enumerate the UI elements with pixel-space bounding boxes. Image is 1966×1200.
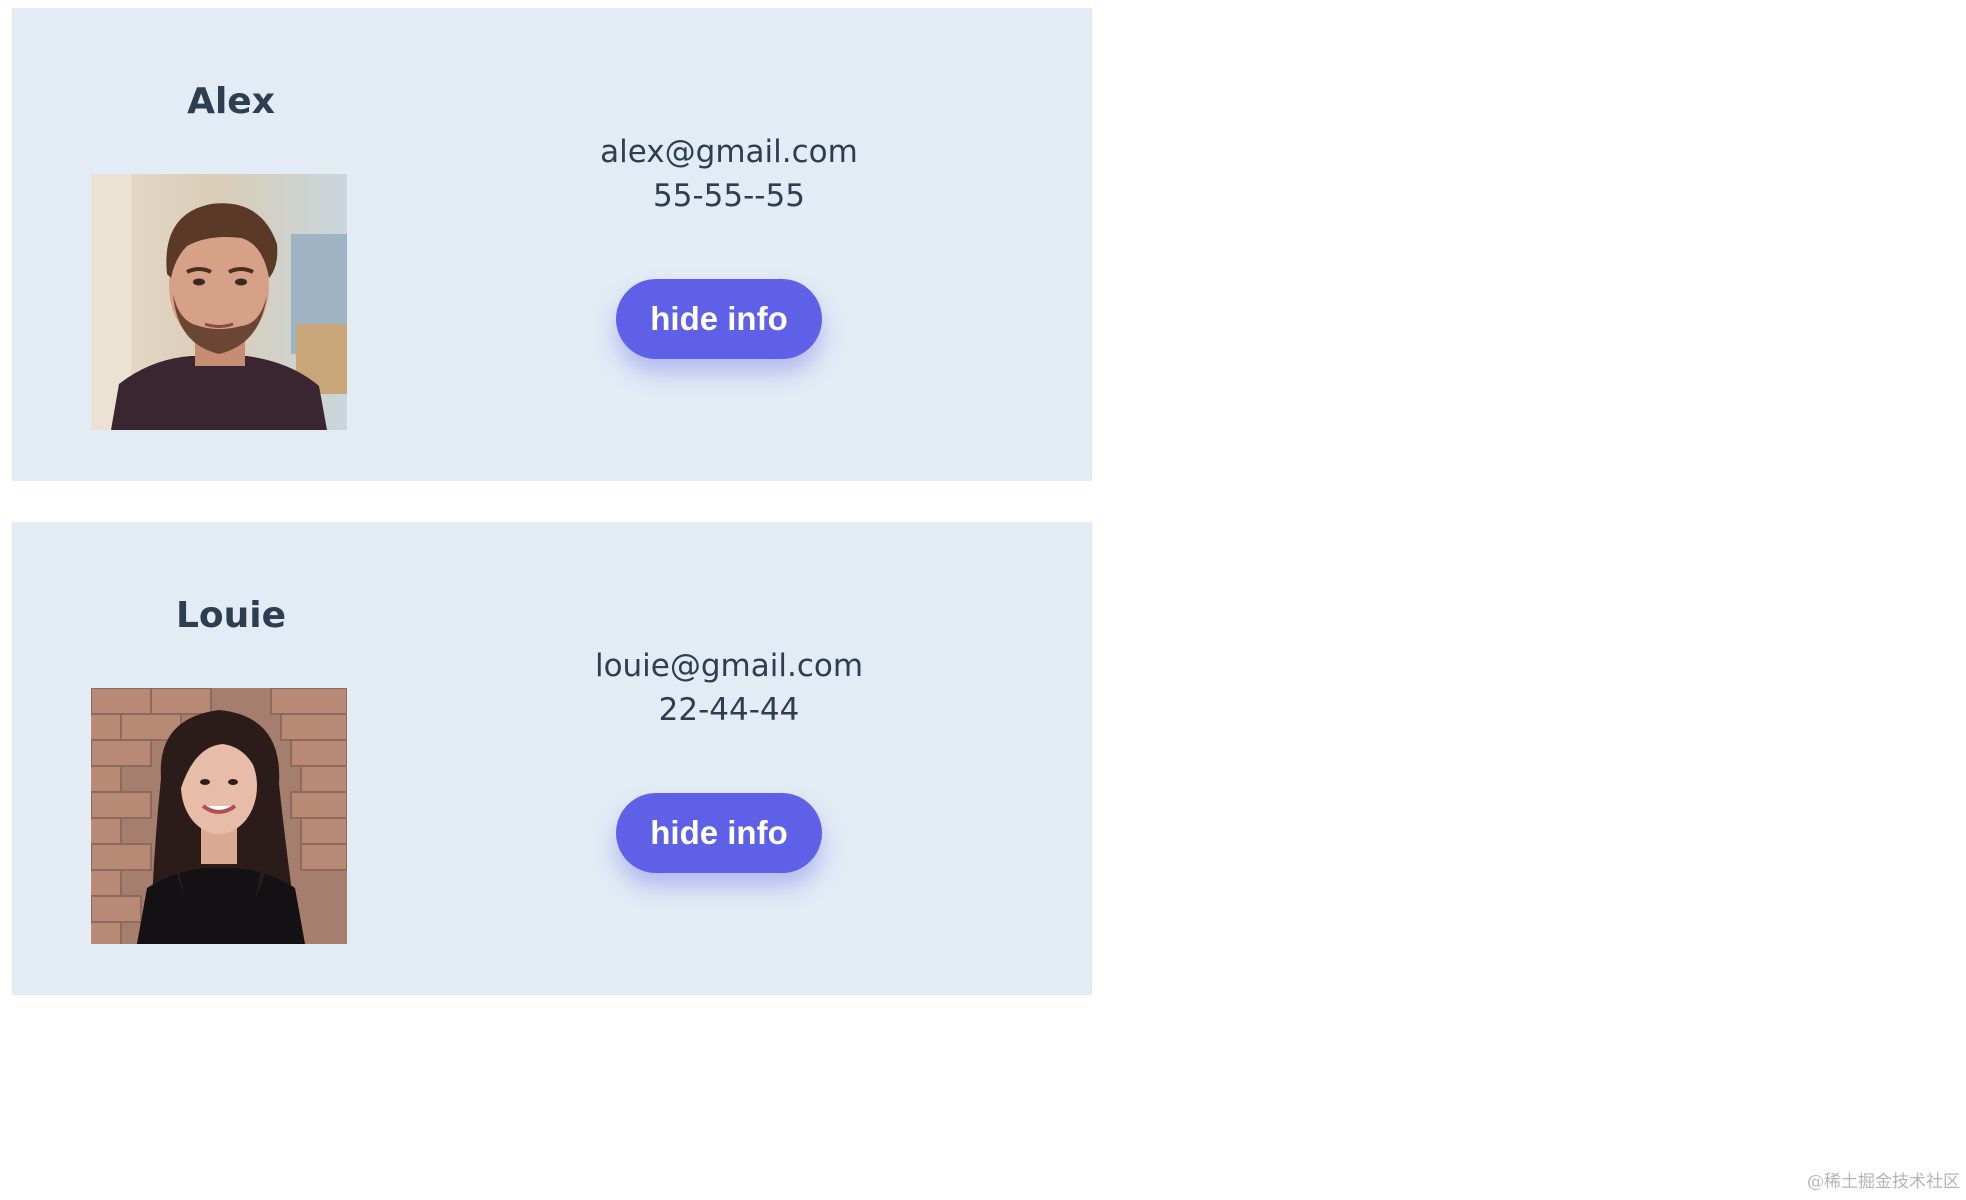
contact-card: Louie louie@gmail.com 22-44-44 hide info (12, 522, 1092, 995)
hide-info-button[interactable]: hide info (616, 793, 822, 873)
contact-phone: 22-44-44 (658, 692, 800, 728)
contact-photo (91, 174, 347, 430)
contact-info: alex@gmail.com 55-55--55 (412, 130, 1046, 218)
contact-photo (91, 688, 347, 944)
contact-email: alex@gmail.com (600, 134, 858, 170)
contact-name: Alex (187, 81, 275, 122)
contact-card: Alex alex@gmail.com 55-55--55 hide info (12, 8, 1092, 481)
contact-email: louie@gmail.com (594, 648, 864, 684)
hide-info-button[interactable]: hide info (616, 279, 822, 359)
contact-phone: 55-55--55 (653, 178, 805, 214)
contact-info: louie@gmail.com 22-44-44 (412, 644, 1046, 732)
contact-name: Louie (175, 595, 287, 636)
watermark: @稀土掘金技术社区 (1807, 1172, 1960, 1192)
